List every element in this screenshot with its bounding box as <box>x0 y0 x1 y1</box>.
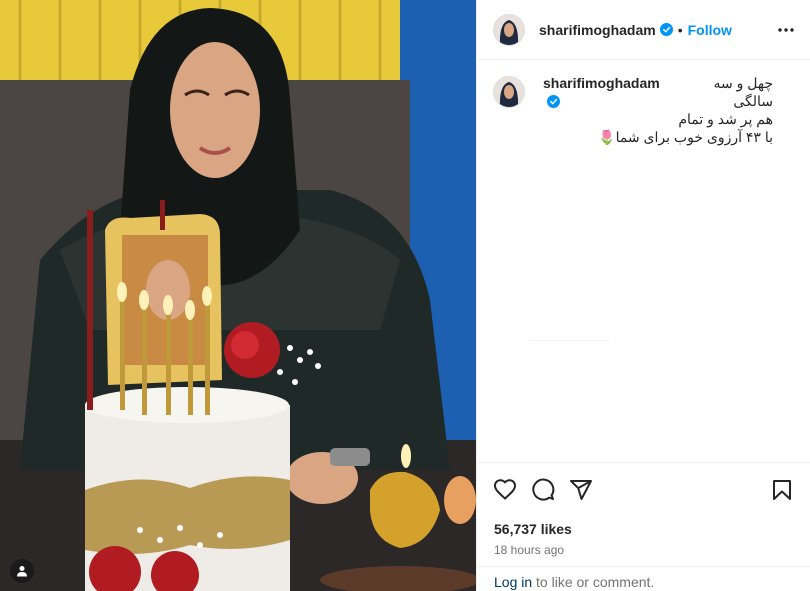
more-options-button[interactable] <box>776 20 796 40</box>
caption-avatar[interactable] <box>493 76 525 108</box>
post-timestamp[interactable]: 18 hours ago <box>477 537 810 557</box>
comment-button[interactable] <box>531 478 555 502</box>
caption-username[interactable]: sharifimoghadam <box>543 75 660 91</box>
post-sidebar: sharifimoghadam • Follow sharifimoghadam… <box>476 0 810 591</box>
username-link[interactable]: sharifimoghadam <box>539 22 656 38</box>
save-button[interactable] <box>770 478 794 502</box>
caption-line-1: چهل و سه سالگی <box>713 75 774 109</box>
caption-body: sharifimoghadam چهل و سه سالگی هم پر شد … <box>543 74 773 146</box>
post-footer: 56,737 likes 18 hours ago <box>477 462 810 557</box>
bookmark-icon <box>773 480 791 500</box>
caption-line-2: هم پر شد و تمام <box>678 111 773 127</box>
avatar-image <box>494 77 524 107</box>
login-prompt-text: to like or comment. <box>532 574 655 590</box>
avatar-image <box>494 14 524 45</box>
login-link[interactable]: Log in <box>494 574 532 590</box>
caption-line-3: با ۴۳ آرزوی خوب برای شما🌷 <box>598 129 773 145</box>
caption: sharifimoghadam چهل و سه سالگی هم پر شد … <box>477 60 810 160</box>
heart-icon <box>493 479 517 500</box>
share-icon <box>570 480 592 500</box>
person-tag-icon <box>17 566 27 577</box>
follow-button[interactable]: Follow <box>688 22 732 38</box>
post-header: sharifimoghadam • Follow <box>477 0 810 60</box>
divider <box>529 340 609 341</box>
action-bar <box>477 463 810 503</box>
comment-icon <box>532 478 555 501</box>
post-photo[interactable] <box>0 0 476 591</box>
photo-illustration <box>0 0 476 591</box>
login-prompt: Log in to like or comment. <box>477 566 810 590</box>
verified-badge-icon <box>659 23 673 36</box>
tag-button[interactable] <box>10 559 34 583</box>
likes-count[interactable]: 56,737 likes <box>477 503 810 537</box>
like-button[interactable] <box>493 478 517 502</box>
separator-dot: • <box>677 21 683 38</box>
share-button[interactable] <box>569 478 593 502</box>
avatar[interactable] <box>493 13 525 46</box>
more-options-icon <box>778 27 794 32</box>
verified-badge-icon <box>547 95 560 108</box>
